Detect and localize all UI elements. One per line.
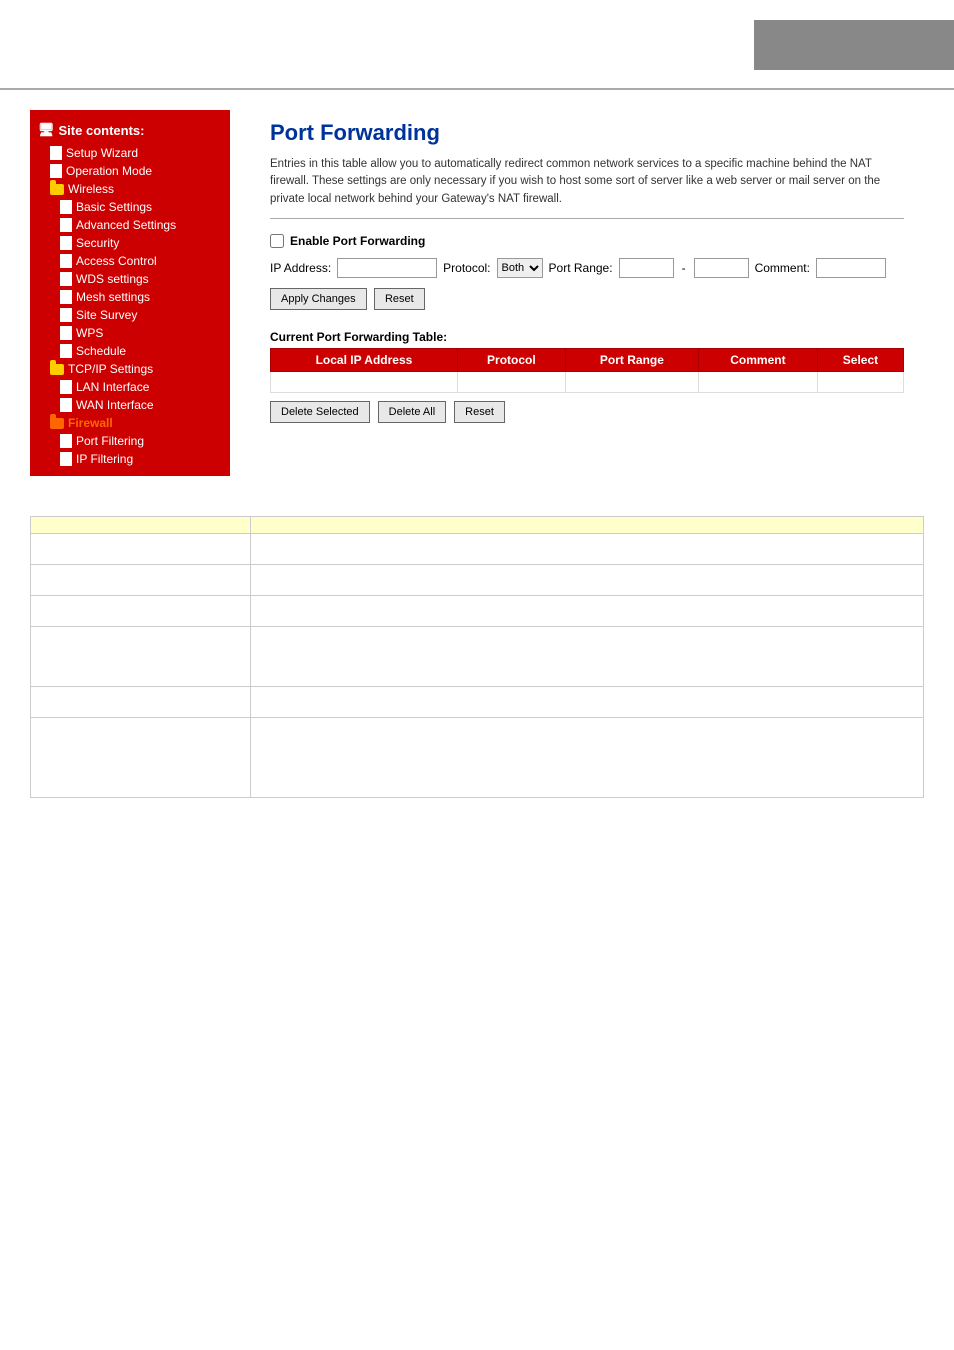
info-table-row [31,534,924,565]
doc-icon [60,272,72,286]
form-buttons: Apply Changes Reset [270,288,904,310]
page-description: Entries in this table allow you to autom… [270,156,904,219]
info-table-header-desc [251,517,924,534]
sidebar-item-operation-mode[interactable]: Operation Mode [30,162,230,180]
table-section: Current Port Forwarding Table: Local IP … [270,330,904,423]
folder-icon [50,364,64,375]
doc-icon [60,200,72,214]
folder-icon-active [50,418,64,429]
sidebar-item-setup-wizard[interactable]: Setup Wizard [30,144,230,162]
sidebar-item-lan-interface[interactable]: LAN Interface [30,378,230,396]
protocol-label: Protocol: [443,261,490,275]
doc-icon [60,218,72,232]
reset-button[interactable]: Reset [374,288,425,310]
sidebar-item-security[interactable]: Security [30,234,230,252]
doc-icon [60,398,72,412]
sidebar-item-basic-settings[interactable]: Basic Settings [30,198,230,216]
doc-icon [60,452,72,466]
comment-input[interactable] [816,258,886,278]
doc-icon [60,254,72,268]
sidebar-item-advanced-settings[interactable]: Advanced Settings [30,216,230,234]
top-bar [0,0,954,90]
sidebar-item-schedule[interactable]: Schedule [30,342,230,360]
sidebar-item-tcpip-settings[interactable]: TCP/IP Settings [30,360,230,378]
top-bar-graphic [754,20,954,70]
doc-icon [50,146,62,160]
port-range-label: Port Range: [549,261,613,275]
delete-selected-button[interactable]: Delete Selected [270,401,370,423]
col-port-range: Port Range [565,348,698,371]
sidebar-item-wan-interface[interactable]: WAN Interface [30,396,230,414]
ip-address-input[interactable] [337,258,437,278]
sidebar-item-wps[interactable]: WPS [30,324,230,342]
sidebar-item-wds-settings[interactable]: WDS settings [30,270,230,288]
apply-changes-button[interactable]: Apply Changes [270,288,367,310]
enable-row: Enable Port Forwarding [270,234,904,248]
table-actions: Delete Selected Delete All Reset [270,401,904,423]
port-range-end[interactable] [694,258,749,278]
main-content: 🖥 Site contents: Setup Wizard Operation … [0,90,954,496]
reset-table-button[interactable]: Reset [454,401,505,423]
folder-icon [50,184,64,195]
col-local-ip: Local IP Address [271,348,458,371]
sidebar-item-site-survey[interactable]: Site Survey [30,306,230,324]
fields-row: IP Address: Protocol: Both TCP UDP Port … [270,258,904,278]
sidebar-item-firewall[interactable]: Firewall [30,414,230,432]
table-row [271,371,904,392]
doc-icon [60,308,72,322]
sidebar-item-port-filtering[interactable]: Port Filtering [30,432,230,450]
info-table-row [31,596,924,627]
doc-icon [60,290,72,304]
delete-all-button[interactable]: Delete All [378,401,446,423]
doc-icon [60,236,72,250]
page-title: Port Forwarding [270,120,904,146]
info-table-row [31,718,924,798]
table-title: Current Port Forwarding Table: [270,330,904,344]
doc-icon [60,326,72,340]
right-panel: Port Forwarding Entries in this table al… [250,110,924,476]
port-forwarding-table: Local IP Address Protocol Port Range Com… [270,348,904,393]
sidebar: 🖥 Site contents: Setup Wizard Operation … [30,110,230,476]
doc-icon [60,344,72,358]
info-table [30,516,924,798]
comment-label: Comment: [755,261,810,275]
sidebar-item-access-control[interactable]: Access Control [30,252,230,270]
site-contents-icon: 🖥 [38,122,55,138]
form-section: Enable Port Forwarding IP Address: Proto… [270,234,904,310]
protocol-select[interactable]: Both TCP UDP [497,258,543,278]
sidebar-item-ip-filtering[interactable]: IP Filtering [30,450,230,468]
sidebar-item-wireless[interactable]: Wireless [30,180,230,198]
sidebar-title: 🖥 Site contents: [30,118,230,144]
info-table-header-item [31,517,251,534]
col-select: Select [817,348,903,371]
info-table-row [31,627,924,687]
col-protocol: Protocol [457,348,565,371]
info-table-row [31,687,924,718]
info-table-row [31,565,924,596]
enable-port-forwarding-checkbox[interactable] [270,234,284,248]
doc-icon [60,380,72,394]
port-range-start[interactable] [619,258,674,278]
ip-address-label: IP Address: [270,261,331,275]
sidebar-item-mesh-settings[interactable]: Mesh settings [30,288,230,306]
col-comment: Comment [698,348,817,371]
doc-icon [60,434,72,448]
doc-icon [50,164,62,178]
